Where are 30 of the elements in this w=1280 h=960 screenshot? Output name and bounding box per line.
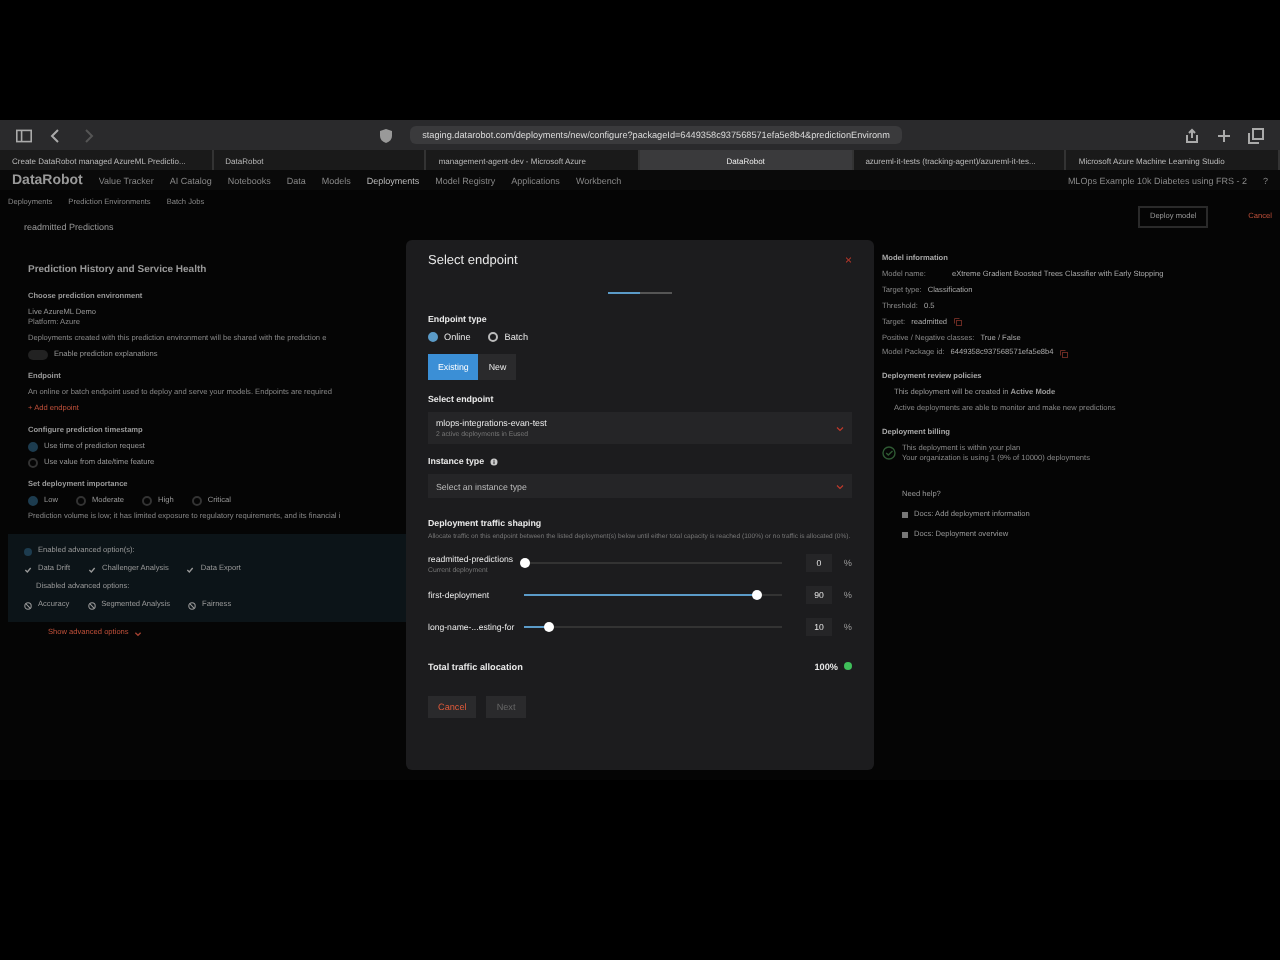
back-icon[interactable]	[48, 127, 64, 143]
radio-button[interactable]	[28, 495, 38, 506]
sidebar-icon[interactable]	[16, 127, 32, 143]
share-icon[interactable]	[1184, 127, 1200, 143]
check-icon	[88, 565, 97, 574]
slider-thumb[interactable]	[544, 622, 555, 633]
prohibited-icon	[87, 601, 96, 610]
radio-button[interactable]	[428, 332, 438, 343]
radio-button[interactable]	[28, 457, 38, 468]
toggle-switch[interactable]	[28, 349, 48, 360]
radio-button[interactable]	[28, 441, 38, 452]
prohibited-icon	[188, 601, 197, 610]
info-icon	[490, 457, 499, 466]
radio-button[interactable]	[488, 332, 499, 343]
check-icon	[186, 565, 195, 574]
plus-icon[interactable]	[1216, 127, 1232, 143]
info-icon	[24, 547, 32, 556]
check-circle-icon	[882, 446, 896, 461]
radio-button[interactable]	[142, 495, 153, 506]
doc-icon	[902, 511, 908, 518]
check-icon	[24, 565, 32, 574]
slider-thumb[interactable]	[519, 558, 529, 569]
slider-thumb[interactable]	[751, 590, 762, 601]
doc-icon	[902, 531, 908, 538]
radio-button[interactable]	[75, 495, 86, 506]
chevron-down-icon[interactable]	[134, 629, 143, 638]
shield-icon[interactable]	[378, 127, 395, 143]
radio-button[interactable]	[191, 495, 202, 506]
tabs-icon[interactable]	[1248, 127, 1264, 143]
prohibited-icon	[24, 601, 32, 610]
